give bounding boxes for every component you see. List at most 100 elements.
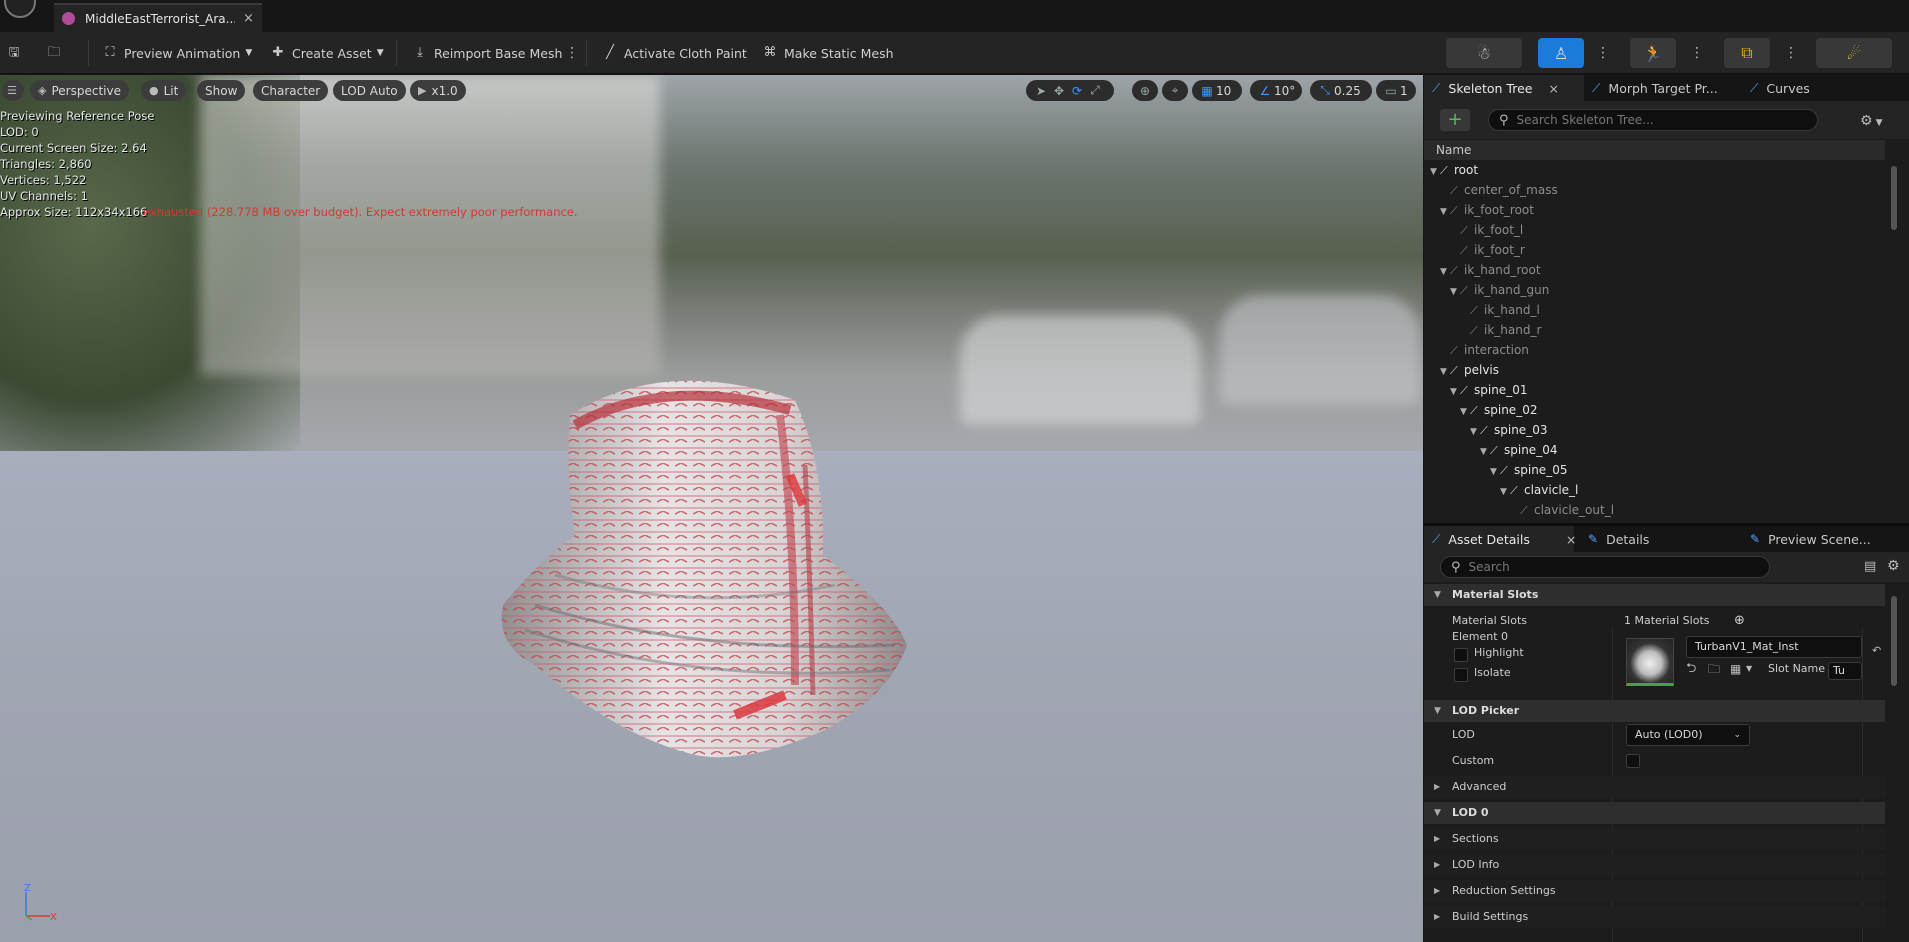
tree-scrollbar[interactable]: [1891, 166, 1897, 230]
chevron-down-icon[interactable]: ▼: [1460, 402, 1470, 422]
select-arrow-icon[interactable]: ➤: [1032, 84, 1050, 98]
category-lod-0[interactable]: ▼ LOD 0: [1424, 802, 1885, 824]
rotate-icon[interactable]: ⟳: [1068, 84, 1086, 98]
bone-row[interactable]: ▼ ⟋ ik_hand_root: [1424, 260, 1885, 280]
bone-row[interactable]: ⟋ ik_hand_r: [1424, 320, 1885, 340]
lit-button[interactable]: ● Lit: [141, 80, 187, 101]
lod-info-row[interactable]: ▶ LOD Info: [1424, 854, 1885, 876]
add-socket-button[interactable]: +: [1440, 109, 1470, 131]
preview-animation-button[interactable]: ⛶ Preview Animation ▼: [102, 42, 252, 64]
chevron-down-icon[interactable]: ▼: [1440, 202, 1450, 222]
sections-row[interactable]: ▶ Sections: [1424, 828, 1885, 850]
close-icon[interactable]: ×: [243, 11, 254, 26]
bone-row[interactable]: ▼ ⟋ root: [1424, 160, 1885, 180]
skeleton-search-input[interactable]: ⚲ Search Skeleton Tree...: [1488, 109, 1818, 131]
chevron-down-icon[interactable]: ▼: [1440, 262, 1450, 282]
scale-snap-button[interactable]: ⤡ 0.25: [1310, 80, 1372, 101]
chevron-down-icon[interactable]: ▼: [1470, 422, 1480, 442]
details-scrollbar[interactable]: [1891, 596, 1897, 686]
viewport-menu-button[interactable]: ☰: [2, 80, 24, 101]
bone-row[interactable]: ⟋ clavicle_out_l: [1424, 500, 1885, 520]
blueprint-mode-options-icon[interactable]: ⋮: [1784, 42, 1798, 64]
details-search-input[interactable]: ⚲ Search: [1440, 556, 1770, 578]
scale-icon[interactable]: ⤢: [1086, 83, 1104, 98]
bone-row[interactable]: ▼ ⟋ clavicle_l: [1424, 480, 1885, 500]
make-static-mesh-button[interactable]: ⌘ Make Static Mesh: [762, 42, 894, 64]
lod-select[interactable]: Auto (LOD0) ⌄: [1626, 724, 1750, 746]
chevron-down-icon[interactable]: ▼: [1490, 462, 1500, 482]
lod-button[interactable]: LOD Auto: [333, 80, 406, 101]
bone-row[interactable]: ⟋ ik_foot_r: [1424, 240, 1885, 260]
blueprint-mode-button[interactable]: ⧉: [1724, 38, 1770, 68]
character-button[interactable]: Character: [253, 80, 329, 101]
bone-row[interactable]: ▼ ⟋ ik_hand_gun: [1424, 280, 1885, 300]
grid-snap-button[interactable]: ▦ 10: [1192, 80, 1242, 101]
bone-row[interactable]: ▼ ⟋ spine_04: [1424, 440, 1885, 460]
chevron-down-icon[interactable]: ▼: [1450, 282, 1460, 302]
mesh-mode-button[interactable]: ♙: [1538, 38, 1584, 68]
unreal-logo-icon[interactable]: [4, 0, 36, 18]
chevron-down-icon[interactable]: ▼: [1746, 658, 1752, 680]
isolate-checkbox[interactable]: [1454, 668, 1468, 682]
animation-mode-options-icon[interactable]: ⋮: [1690, 42, 1704, 64]
mesh-mode-options-icon[interactable]: ⋮: [1596, 42, 1610, 64]
bone-row[interactable]: ⟋ interaction: [1424, 340, 1885, 360]
material-combo[interactable]: TurbanV1_Mat_Inst: [1686, 636, 1862, 658]
bone-row[interactable]: ▼ ⟋ spine_02: [1424, 400, 1885, 420]
custom-checkbox[interactable]: [1626, 754, 1640, 768]
material-options-icon[interactable]: ▦: [1730, 658, 1741, 680]
material-thumbnail[interactable]: [1626, 638, 1674, 686]
reimport-base-mesh-button[interactable]: ⤓ Reimport Base Mesh: [412, 42, 562, 64]
bone-row[interactable]: ▼ ⟋ spine_03: [1424, 420, 1885, 440]
perspective-button[interactable]: ◈ Perspective: [30, 80, 129, 101]
playback-speed-button[interactable]: ▶ x1.0: [410, 80, 466, 101]
tab-skeleton-tree[interactable]: ⟋ Skeleton Tree ×: [1424, 75, 1584, 101]
bone-row[interactable]: ▼ ⟋ spine_05: [1424, 460, 1885, 480]
bone-row[interactable]: ▼ ⟋ ik_foot_root: [1424, 200, 1885, 220]
bone-row[interactable]: ▼ ⟋ spine_01: [1424, 380, 1885, 400]
advanced-row[interactable]: ▶ Advanced: [1424, 776, 1885, 798]
camera-speed-button[interactable]: ▭ 1: [1376, 80, 1416, 101]
rotation-snap-button[interactable]: ∠ 10°: [1250, 80, 1302, 101]
physics-mode-button[interactable]: ☄: [1816, 38, 1892, 68]
tab-morph-target-preview[interactable]: ⟋ Morph Target Pr...: [1584, 75, 1734, 101]
chevron-down-icon[interactable]: ▼: [1430, 162, 1440, 182]
bone-row[interactable]: ▼ ⟋ pelvis: [1424, 360, 1885, 380]
tab-details[interactable]: ✎ Details: [1580, 526, 1690, 552]
close-icon[interactable]: ×: [1566, 532, 1576, 547]
show-button[interactable]: Show: [197, 80, 246, 101]
slot-name-input[interactable]: Tu: [1828, 662, 1862, 680]
save-button[interactable]: 🖫: [6, 42, 28, 64]
category-material-slots[interactable]: ▼ Material Slots: [1424, 584, 1885, 606]
reimport-options-icon[interactable]: ⋮: [565, 42, 579, 64]
use-selected-icon[interactable]: ⮌: [1686, 658, 1696, 680]
table-view-icon[interactable]: ▤: [1864, 559, 1876, 574]
reduction-settings-row[interactable]: ▶ Reduction Settings: [1424, 880, 1885, 902]
tree-column-header[interactable]: Name: [1424, 140, 1885, 160]
bone-row[interactable]: ⟋ center_of_mass: [1424, 180, 1885, 200]
create-asset-button[interactable]: ✚ Create Asset ▼: [270, 42, 384, 64]
chevron-down-icon[interactable]: ▼: [1480, 442, 1490, 462]
animation-mode-button[interactable]: 🏃: [1630, 38, 1676, 68]
add-circle-icon[interactable]: ⊕: [1734, 610, 1745, 632]
skeleton-mode-button[interactable]: ☃: [1446, 38, 1522, 68]
bone-row[interactable]: ⟋ ik_hand_l: [1424, 300, 1885, 320]
chevron-down-icon[interactable]: ▼: [1440, 362, 1450, 382]
settings-gear-icon[interactable]: ⚙ ▼: [1860, 113, 1882, 129]
bone-row[interactable]: ⟋ ik_foot_l: [1424, 220, 1885, 240]
reset-arrow-icon[interactable]: ↶: [1872, 640, 1881, 662]
surface-snap-button[interactable]: ⌖: [1162, 80, 1188, 101]
activate-cloth-paint-button[interactable]: ╱ Activate Cloth Paint: [602, 42, 747, 64]
close-icon[interactable]: ×: [1548, 81, 1558, 96]
build-settings-row[interactable]: ▶ Build Settings: [1424, 906, 1885, 928]
highlight-checkbox[interactable]: [1454, 648, 1468, 662]
tab-preview-scene[interactable]: ✎ Preview Scene...: [1742, 526, 1902, 552]
chevron-down-icon[interactable]: ▼: [1450, 382, 1460, 402]
category-lod-picker[interactable]: ▼ LOD Picker: [1424, 700, 1885, 722]
scarf-mesh[interactable]: [495, 355, 925, 775]
chevron-down-icon[interactable]: ▼: [1500, 482, 1510, 502]
settings-gear-icon[interactable]: ⚙: [1887, 558, 1900, 574]
world-local-button[interactable]: ⊕: [1132, 80, 1158, 101]
browse-button[interactable]: 🗀: [46, 42, 68, 64]
document-tab[interactable]: MiddleEastTerrorist_Ara... ×: [54, 3, 262, 32]
